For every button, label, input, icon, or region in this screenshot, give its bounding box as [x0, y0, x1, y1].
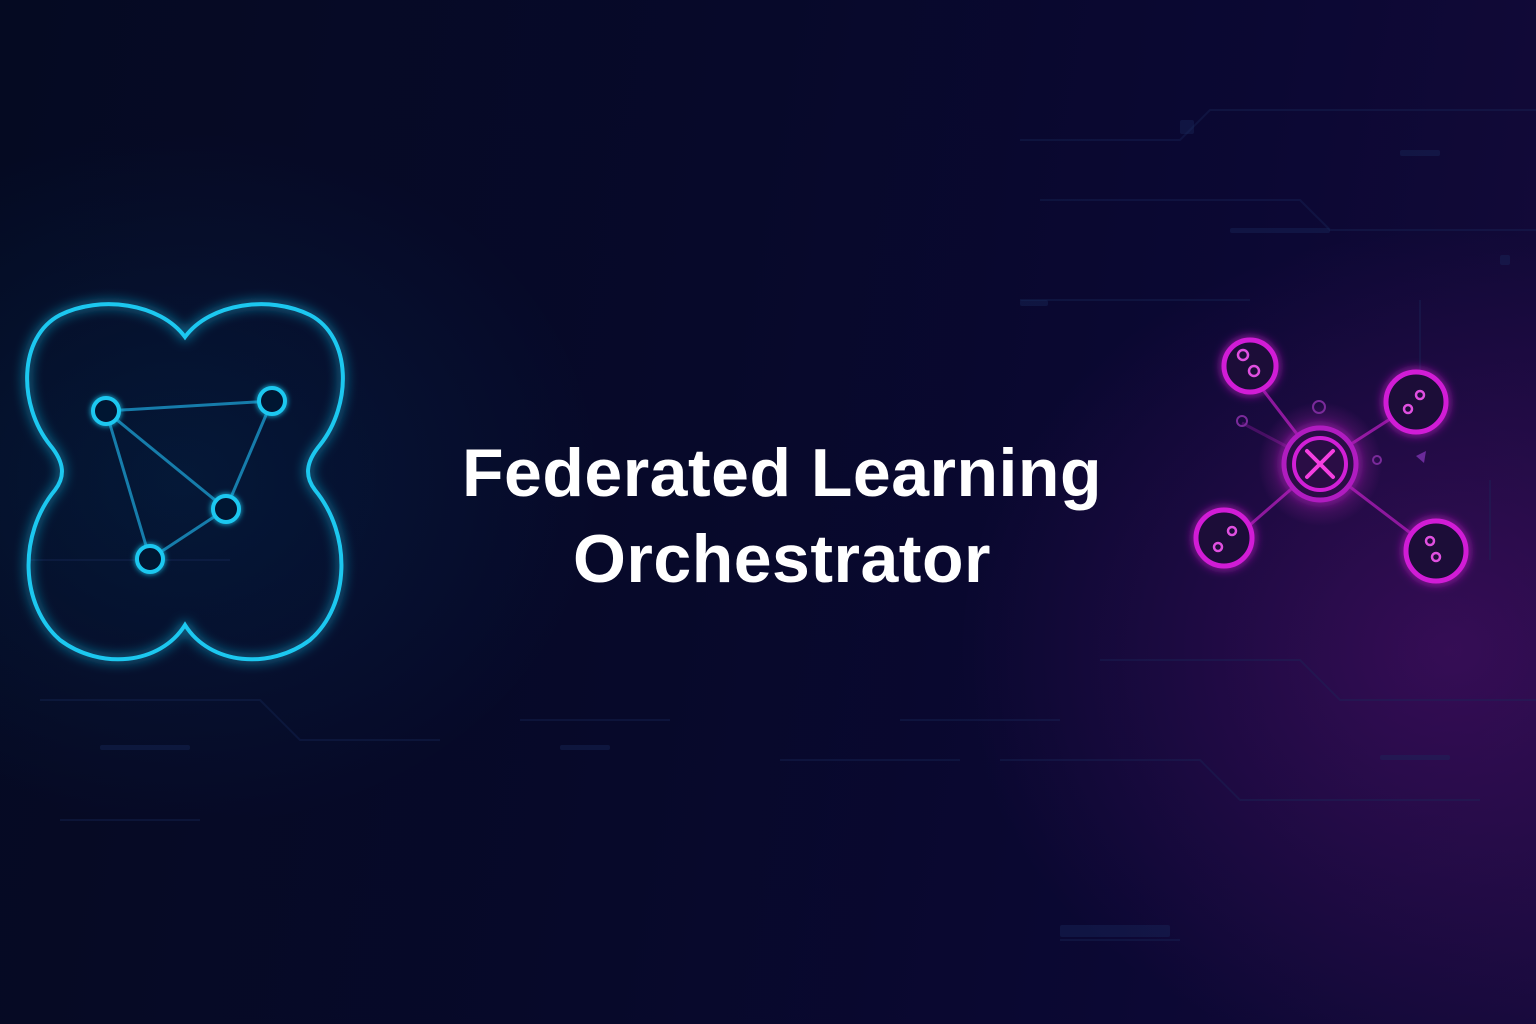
- title-line-1: Federated Learning: [461, 435, 1103, 511]
- client-node-bottom-right: [1403, 518, 1469, 584]
- network-node-1: [91, 396, 121, 426]
- network-node-4: [135, 544, 165, 574]
- client-node-top-left: [1221, 337, 1279, 395]
- page-title: Federated Learning Orchestrator: [382, 430, 1182, 602]
- central-hub-icon: [1193, 337, 1469, 584]
- network-edges: [104, 399, 274, 561]
- client-node-top-right: [1383, 369, 1449, 435]
- federated-network-icon: [25, 302, 345, 662]
- network-node-3: [211, 494, 241, 524]
- clover-outline: [25, 302, 345, 662]
- small-triangle: [1416, 451, 1426, 463]
- title-line-2: Orchestrator: [573, 521, 991, 597]
- network-node-2: [257, 386, 287, 416]
- client-node-bottom-left: [1193, 507, 1255, 569]
- hero-banner: Federated Learning Orchestrator: [0, 0, 1536, 1024]
